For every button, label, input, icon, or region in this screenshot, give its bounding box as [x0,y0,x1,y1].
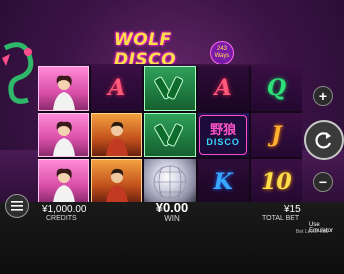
reel-grid: A A Q 野狼 DISCO J K 10 [38,64,302,204]
decrease-bet-button[interactable]: − [313,172,333,192]
total-bet-value: ¥15 [284,204,301,215]
symbol-letter-q: Q [250,66,302,111]
letter-a: A [214,75,232,102]
bottle-icon [154,123,184,147]
symbol-man [91,112,143,158]
bottle-icon [154,76,184,100]
dragon-decoration-icon [2,42,34,104]
symbol-lady [38,159,90,204]
disco-ball-icon [153,165,187,199]
spin-button[interactable] [304,120,344,160]
symbol-wild: 野狼 DISCO [197,112,249,158]
man-icon [105,122,128,157]
letter-j: J [271,121,282,148]
lady-icon [52,168,75,203]
symbol-disco-ball [144,159,196,204]
increase-bet-button[interactable]: + [313,86,333,106]
spin-icon [315,132,332,149]
letter-a: A [108,75,126,102]
symbol-bottle [144,66,196,111]
symbol-lady [38,112,90,158]
symbol-letter-a: A [91,66,143,111]
ways-badge: 243 Ways [210,41,234,65]
symbol-letter-k: K [197,159,249,204]
man-icon [105,168,128,203]
ways-label: Ways [214,53,230,59]
symbol-lady [38,66,90,111]
wild-title: 野狼 [210,121,237,137]
total-bet-label: TOTAL BET [262,215,300,222]
plus-icon: + [318,88,328,104]
minus-icon: − [318,174,328,190]
symbol-man [91,159,143,204]
symbol-bottle [144,112,196,158]
letter-k: K [213,168,233,195]
letter-q: Q [266,75,286,102]
symbol-letter-a-2: A [197,66,249,111]
letter-10: 10 [261,168,292,195]
lady-icon [52,121,75,157]
symbol-letter-10: 10 [250,159,302,204]
lady-icon [52,75,75,110]
ways-count: 243 [216,46,227,52]
wild-label: DISCO [206,136,240,147]
bet-level-label: Bet Level: X50 [296,229,329,235]
symbol-letter-j: J [250,112,302,158]
game-logo: WOLF DISCO 243 Ways [114,30,234,70]
wild-badge: 野狼 DISCO [199,114,248,155]
